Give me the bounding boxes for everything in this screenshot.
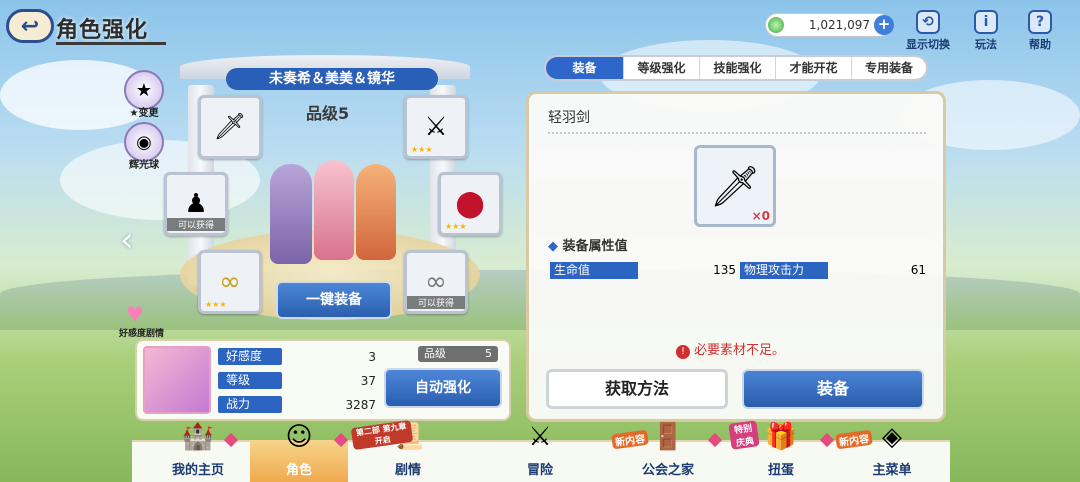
question-icon: ? xyxy=(1028,10,1052,34)
tab-talent-bloom[interactable]: 才能开花 xyxy=(776,57,852,79)
nav-character[interactable]: ☺ 角色 xyxy=(250,422,348,482)
attributes-title: ◆ 装备属性值 xyxy=(548,239,628,254)
tab-level-up[interactable]: 等级强化 xyxy=(624,57,700,79)
level-value: 37 xyxy=(360,373,376,388)
warning-icon: ! xyxy=(676,345,690,359)
attr-value: 135 xyxy=(713,263,736,277)
heart-icon[interactable]: ♥ xyxy=(126,302,144,326)
crystal-icon: ◈ xyxy=(882,422,902,452)
rarity-stars: ★★★ xyxy=(445,222,467,231)
item-preview[interactable]: 🗡 ×0 xyxy=(694,145,776,227)
level-row: 等级 37 xyxy=(218,371,378,390)
attr-name: 物理攻击力 xyxy=(740,261,828,279)
power-label: 战力 xyxy=(218,396,282,413)
character-name: 未奏希＆美美＆镜华 xyxy=(226,68,438,90)
obtain-method-button[interactable]: 获取方法 xyxy=(546,369,728,409)
warning-message: ! 必要素材不足。 xyxy=(676,339,785,359)
divider xyxy=(548,132,926,134)
level-label: 等级 xyxy=(218,372,282,389)
help-label: 帮助 xyxy=(1029,38,1051,51)
door-icon: 🚪 xyxy=(651,422,685,452)
star-change-label: ★变更 xyxy=(129,108,159,119)
earring-icon: ∞ xyxy=(425,267,447,297)
equip-all-button[interactable]: 一键装备 xyxy=(276,281,392,319)
prev-character-arrow-icon[interactable]: ‹ xyxy=(120,220,134,260)
attr-value: 61 xyxy=(910,263,926,277)
affection-row: 好感度 3 xyxy=(218,347,378,366)
attr-row-hp: 生命值 135 xyxy=(550,261,736,279)
nav-adventure[interactable]: ⚔ 冒险 xyxy=(470,422,610,482)
tab-bar: 装备 等级强化 技能强化 才能开花 专用装备 xyxy=(544,55,928,81)
jewel-icon xyxy=(768,17,784,33)
tab-skill-up[interactable]: 技能强化 xyxy=(700,57,776,79)
display-toggle-button[interactable]: ⟲ 显示切换 xyxy=(906,10,950,52)
character-icon: ☺ xyxy=(285,422,313,452)
howto-button[interactable]: i 玩法 xyxy=(974,10,998,52)
title-underline xyxy=(56,42,166,45)
gacha-icon: 🎁 xyxy=(764,422,798,452)
attr-name: 生命值 xyxy=(550,261,638,279)
auto-enhance-button[interactable]: 自动强化 xyxy=(384,368,502,408)
affection-label: 好感度 xyxy=(218,348,282,365)
rank-box-label: 品级 xyxy=(424,347,446,360)
item-name: 轻羽剑 xyxy=(548,110,590,126)
obtainable-label: 可以获得 xyxy=(407,296,465,309)
attr-row-atk: 物理攻击力 61 xyxy=(740,261,926,279)
display-toggle-icon: ⟲ xyxy=(916,10,940,34)
obtainable-label: 可以获得 xyxy=(167,218,225,231)
equip-slot-4[interactable]: ⬤ ★★★ xyxy=(438,172,502,236)
currency-value: 1,021,097 xyxy=(808,18,870,32)
flag-sword-icon: ⚔ xyxy=(528,422,552,452)
info-icon: i xyxy=(974,10,998,34)
back-button[interactable]: ↩ xyxy=(6,9,54,43)
tab-equipment[interactable]: 装备 xyxy=(546,57,624,79)
add-currency-button[interactable]: + xyxy=(874,15,894,35)
rarity-stars: ★★★ xyxy=(205,300,227,309)
feather-sword-icon: 🗡 xyxy=(709,163,761,210)
equip-slot-3[interactable]: ♟ 可以获得 xyxy=(164,172,228,236)
item-quantity: ×0 xyxy=(751,209,770,223)
help-button[interactable]: ? 帮助 xyxy=(1028,10,1052,52)
rank-label: 品级5 xyxy=(306,104,350,123)
affection-value: 3 xyxy=(368,349,376,364)
equip-button[interactable]: 装备 xyxy=(742,369,924,409)
tab-exclusive-equipment[interactable]: 专用装备 xyxy=(852,57,926,79)
power-row: 战力 3287 xyxy=(218,395,378,414)
currency-display: 1,021,097 + xyxy=(765,13,894,37)
affection-story-label: 好感度剧情 xyxy=(119,329,165,339)
sword-icon: 🗡 xyxy=(213,112,247,142)
orb-label: 辉光球 xyxy=(129,160,159,171)
castle-icon: 🏰 xyxy=(181,422,215,452)
special-event-badge: 特别庆典 xyxy=(728,420,760,450)
rank-box-value: 5 xyxy=(485,347,492,360)
rank-box: 品级 5 xyxy=(418,346,498,362)
howto-label: 玩法 xyxy=(975,38,997,51)
power-value: 3287 xyxy=(345,397,376,412)
display-toggle-label: 显示切换 xyxy=(906,38,950,51)
earring-icon: ∞ xyxy=(219,267,241,297)
back-arrow-icon: ↩ xyxy=(20,13,40,39)
rarity-stars: ★★★ xyxy=(411,145,433,154)
character-sprites xyxy=(262,160,402,270)
statue-icon: ♟ xyxy=(184,189,208,219)
claw-icon: ⚔ xyxy=(424,112,448,142)
equip-slot-5[interactable]: ∞ ★★★ xyxy=(198,250,262,314)
equip-slot-6[interactable]: ∞ 可以获得 xyxy=(404,250,468,314)
character-portrait[interactable] xyxy=(143,346,211,414)
page-title: 角色强化 xyxy=(56,18,149,43)
gem-icon: ⬤ xyxy=(455,189,485,219)
equip-slot-2[interactable]: ⚔ ★★★ xyxy=(404,95,468,159)
equip-slot-1[interactable]: 🗡 xyxy=(198,95,262,159)
